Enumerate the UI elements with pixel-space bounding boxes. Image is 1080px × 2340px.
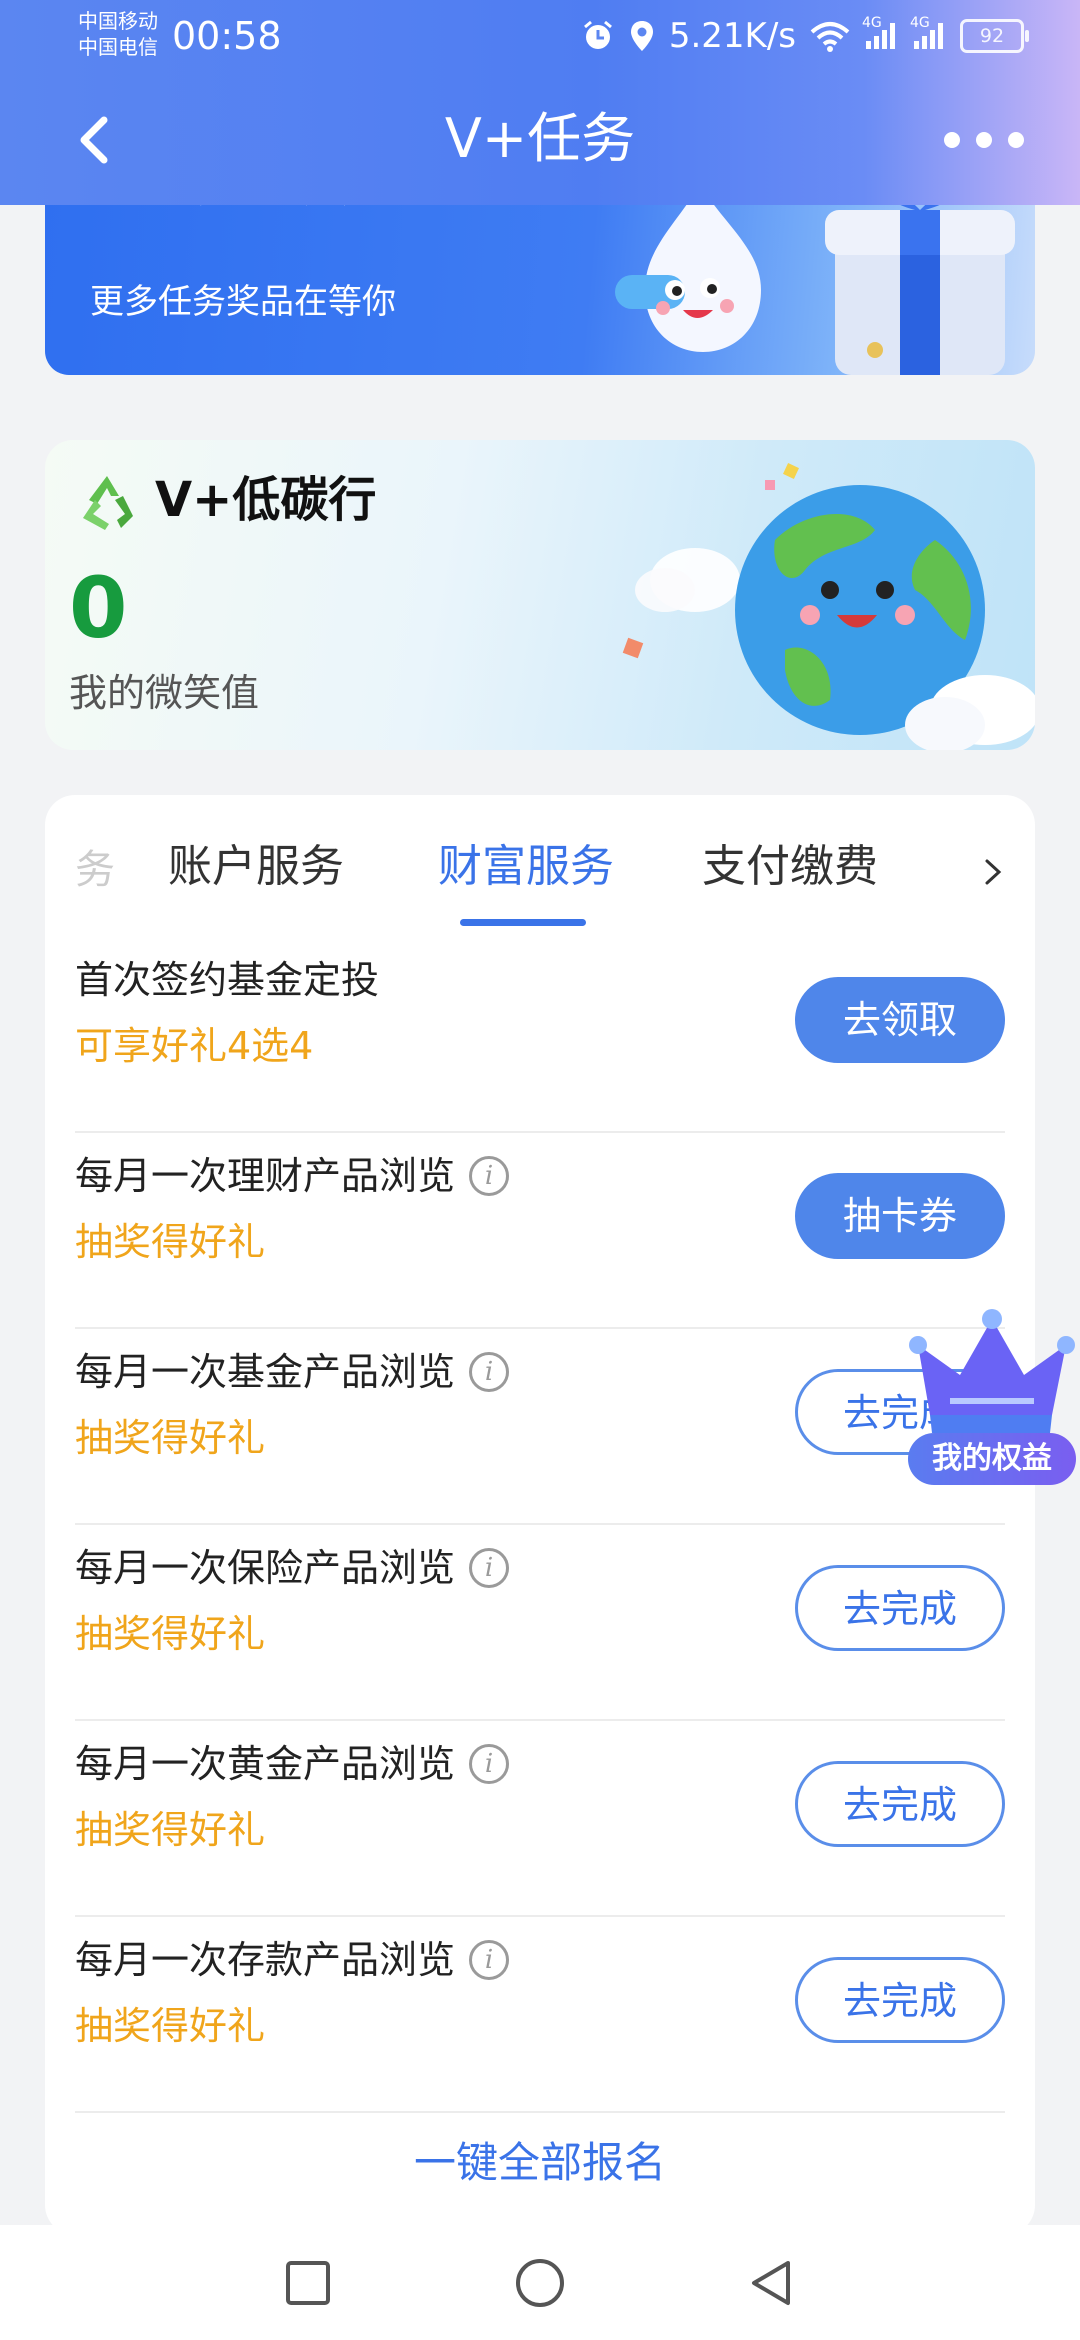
info-icon[interactable]: i — [469, 1548, 510, 1588]
carbon-title: V+低碳行 — [155, 472, 377, 528]
home-icon[interactable] — [512, 2255, 568, 2311]
page-title: V+任务 — [444, 107, 636, 170]
more-dots-icon[interactable] — [944, 120, 1024, 160]
smile-value-label: 我的微笑值 — [69, 671, 260, 715]
enroll-all-link[interactable]: 一键全部报名 — [45, 2135, 1035, 2191]
task-row: 每月一次存款产品浏览 i 抽奖得好礼 去完成 — [75, 1915, 1005, 2113]
status-bar: 中国移动 中国电信 00:58 5.21K/s 4G 4G 92 — [0, 0, 1080, 70]
signal-1: 4G — [862, 15, 898, 51]
status-icons: 5.21K/s 4G 4G 92 — [581, 14, 1029, 58]
system-navigation-bar — [0, 2225, 1080, 2340]
task-title-text: 每月一次保险产品浏览 — [75, 1546, 456, 1590]
signal-2: 4G — [910, 15, 946, 51]
banner-subtitle: 更多任务奖品在等你 — [90, 282, 396, 322]
app-header: 中国移动 中国电信 00:58 5.21K/s 4G 4G 92 V+任务 — [0, 0, 1080, 205]
task-reward: 抽奖得好礼 — [75, 1808, 266, 1852]
tab-partial-left: 务 — [75, 847, 115, 893]
dot — [1008, 132, 1024, 148]
task-row: 首次签约基金定投 可享好礼4选4 去领取 — [75, 935, 1005, 1133]
task-title: 每月一次存款产品浏览 i — [75, 1935, 510, 1985]
category-tabs: 务 账户服务 财富服务 支付缴费 — [45, 795, 1035, 935]
battery-icon: 92 — [960, 19, 1029, 53]
active-tab-indicator — [460, 919, 586, 926]
back-triangle-icon[interactable] — [744, 2255, 800, 2311]
claim-button[interactable]: 去领取 — [795, 977, 1005, 1063]
signal-1-label: 4G — [862, 15, 882, 31]
location-icon — [630, 21, 653, 51]
task-title: 每月一次黄金产品浏览 i — [75, 1739, 510, 1789]
task-title-text: 首次签约基金定投 — [75, 958, 380, 1002]
earth-mascot-icon — [622, 463, 1035, 750]
task-row: 每月一次黄金产品浏览 i 抽奖得好礼 去完成 — [75, 1719, 1005, 1917]
tab-wealth-service[interactable]: 财富服务 — [438, 837, 614, 897]
complete-button[interactable]: 去完成 — [795, 1565, 1005, 1651]
carrier-2: 中国电信 — [78, 35, 158, 59]
info-icon[interactable]: i — [469, 1156, 510, 1196]
dot — [944, 132, 960, 148]
info-icon[interactable]: i — [469, 1940, 510, 1980]
tab-account-service[interactable]: 账户服务 — [168, 837, 344, 897]
water-drop-mascot-icon — [615, 185, 761, 352]
smile-value: 0 — [69, 559, 128, 657]
task-title: 每月一次基金产品浏览 i — [75, 1347, 510, 1397]
task-reward: 抽奖得好礼 — [75, 1612, 266, 1656]
network-speed: 5.21K/s — [668, 16, 796, 56]
task-reward: 抽奖得好礼 — [75, 2004, 266, 2048]
complete-button[interactable]: 去完成 — [795, 1761, 1005, 1847]
task-row: 每月一次基金产品浏览 i 抽奖得好礼 去完成 — [75, 1327, 1005, 1525]
task-reward: 可享好礼4选4 — [75, 1024, 314, 1068]
complete-button[interactable]: 去完成 — [795, 1957, 1005, 2043]
carrier-1: 中国移动 — [78, 9, 158, 33]
task-row: 每月一次理财产品浏览 i 抽奖得好礼 抽卡券 — [75, 1131, 1005, 1329]
dot — [976, 132, 992, 148]
task-title: 首次签约基金定投 — [75, 955, 379, 1005]
draw-coupon-button[interactable]: 抽卡券 — [795, 1173, 1005, 1259]
alarm-icon — [583, 20, 612, 49]
my-benefits-float-button[interactable]: 我的权益 — [900, 1305, 1080, 1495]
task-title-text: 每月一次理财产品浏览 — [75, 1154, 456, 1198]
wifi-icon — [810, 22, 850, 52]
signal-2-label: 4G — [910, 15, 930, 31]
task-reward: 抽奖得好礼 — [75, 1220, 266, 1264]
task-title-text: 每月一次基金产品浏览 — [75, 1350, 456, 1394]
task-reward: 抽奖得好礼 — [75, 1416, 266, 1460]
info-icon[interactable]: i — [469, 1744, 510, 1784]
task-title-text: 每月一次存款产品浏览 — [75, 1938, 456, 1982]
task-title: 每月一次理财产品浏览 i — [75, 1151, 510, 1201]
task-title: 每月一次保险产品浏览 i — [75, 1543, 510, 1593]
info-icon[interactable]: i — [469, 1352, 510, 1392]
tab-payment[interactable]: 支付缴费 — [702, 837, 878, 897]
my-benefits-label: 我的权益 — [908, 1433, 1076, 1485]
status-time: 00:58 — [172, 14, 282, 58]
recycle-icon — [83, 476, 133, 530]
crown-icon — [909, 1309, 1075, 1433]
low-carbon-card[interactable]: V+低碳行 0 我的微笑值 — [45, 440, 1035, 750]
chevron-right-icon[interactable] — [981, 857, 1005, 887]
recent-apps-icon[interactable] — [280, 2255, 336, 2311]
task-list-card: 务 账户服务 财富服务 支付缴费 首次签约基金定投 可享好礼4选4 去领取 每月… — [45, 795, 1035, 2235]
task-row: 每月一次保险产品浏览 i 抽奖得好礼 去完成 — [75, 1523, 1005, 1721]
task-title-text: 每月一次黄金产品浏览 — [75, 1742, 456, 1786]
carrier-info: 中国移动 中国电信 — [78, 8, 158, 60]
navbar: V+任务 — [0, 90, 1080, 190]
